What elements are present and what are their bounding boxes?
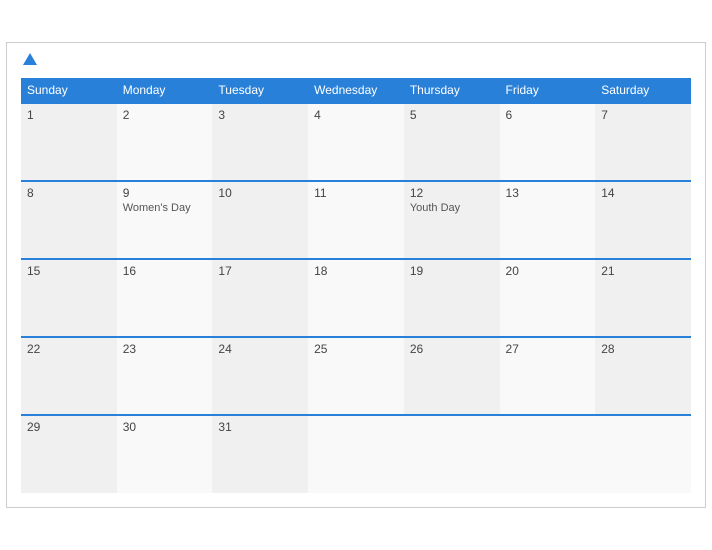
calendar-day-cell: 10	[212, 181, 308, 259]
calendar-day-cell: 27	[500, 337, 596, 415]
day-number: 16	[123, 264, 207, 278]
day-number: 2	[123, 108, 207, 122]
day-number: 1	[27, 108, 111, 122]
calendar-week-row: 1234567	[21, 103, 691, 181]
calendar-day-cell: 13	[500, 181, 596, 259]
calendar-week-row: 89 Women's Day 10 11 12 Youth Day 13 14	[21, 181, 691, 259]
calendar-thead: SundayMondayTuesdayWednesdayThursdayFrid…	[21, 78, 691, 103]
calendar-day-cell: 30	[117, 415, 213, 493]
calendar-day-cell: 7	[595, 103, 691, 181]
day-number: 30	[123, 420, 207, 434]
day-number: 10	[218, 186, 302, 200]
calendar-week-row: 22 23 24 25 26 27 28	[21, 337, 691, 415]
day-number: 21	[601, 264, 685, 278]
day-number: 22	[27, 342, 111, 356]
calendar-week-row: 29 30 31	[21, 415, 691, 493]
day-number: 25	[314, 342, 398, 356]
calendar-day-cell: 24	[212, 337, 308, 415]
day-number: 9	[123, 186, 207, 200]
day-number: 19	[410, 264, 494, 278]
calendar-day-cell: 23	[117, 337, 213, 415]
day-number: 18	[314, 264, 398, 278]
day-event: Youth Day	[410, 202, 494, 214]
calendar-day-cell: 16	[117, 259, 213, 337]
weekday-header-row: SundayMondayTuesdayWednesdayThursdayFrid…	[21, 78, 691, 103]
day-number: 20	[506, 264, 590, 278]
logo	[21, 53, 37, 71]
calendar-day-cell: 4	[308, 103, 404, 181]
logo-triangle-icon	[23, 53, 37, 65]
day-number: 7	[601, 108, 685, 122]
calendar-day-cell	[595, 415, 691, 493]
calendar-day-cell: 11	[308, 181, 404, 259]
calendar-grid: SundayMondayTuesdayWednesdayThursdayFrid…	[21, 78, 691, 493]
day-number: 27	[506, 342, 590, 356]
weekday-header-friday: Friday	[500, 78, 596, 103]
day-number: 12	[410, 186, 494, 200]
weekday-header-tuesday: Tuesday	[212, 78, 308, 103]
day-number: 13	[506, 186, 590, 200]
day-number: 11	[314, 186, 398, 200]
calendar-header	[21, 53, 691, 71]
calendar-wrapper: SundayMondayTuesdayWednesdayThursdayFrid…	[6, 42, 706, 509]
day-number: 3	[218, 108, 302, 122]
calendar-day-cell: 6	[500, 103, 596, 181]
calendar-day-cell: 2	[117, 103, 213, 181]
weekday-header-wednesday: Wednesday	[308, 78, 404, 103]
weekday-header-thursday: Thursday	[404, 78, 500, 103]
day-event: Women's Day	[123, 202, 207, 214]
calendar-day-cell: 28	[595, 337, 691, 415]
weekday-header-saturday: Saturday	[595, 78, 691, 103]
calendar-day-cell: 1	[21, 103, 117, 181]
calendar-day-cell: 26	[404, 337, 500, 415]
calendar-day-cell: 17	[212, 259, 308, 337]
day-number: 31	[218, 420, 302, 434]
day-number: 6	[506, 108, 590, 122]
day-number: 17	[218, 264, 302, 278]
calendar-day-cell: 31	[212, 415, 308, 493]
calendar-day-cell: 5	[404, 103, 500, 181]
logo-general	[21, 53, 37, 71]
day-number: 8	[27, 186, 111, 200]
day-number: 14	[601, 186, 685, 200]
calendar-day-cell	[500, 415, 596, 493]
calendar-day-cell: 3	[212, 103, 308, 181]
weekday-header-monday: Monday	[117, 78, 213, 103]
day-number: 26	[410, 342, 494, 356]
calendar-day-cell: 22	[21, 337, 117, 415]
day-number: 4	[314, 108, 398, 122]
day-number: 23	[123, 342, 207, 356]
calendar-day-cell: 12 Youth Day	[404, 181, 500, 259]
calendar-day-cell: 18	[308, 259, 404, 337]
calendar-day-cell: 8	[21, 181, 117, 259]
calendar-week-row: 15 16 17 18 19 20 21	[21, 259, 691, 337]
calendar-tbody: 123456789Women's Day101112Youth Day13141…	[21, 103, 691, 493]
calendar-day-cell	[404, 415, 500, 493]
day-number: 29	[27, 420, 111, 434]
day-number: 28	[601, 342, 685, 356]
weekday-header-sunday: Sunday	[21, 78, 117, 103]
calendar-day-cell: 15	[21, 259, 117, 337]
calendar-day-cell: 20	[500, 259, 596, 337]
day-number: 5	[410, 108, 494, 122]
day-number: 15	[27, 264, 111, 278]
calendar-day-cell: 25	[308, 337, 404, 415]
calendar-day-cell: 14	[595, 181, 691, 259]
calendar-day-cell: 29	[21, 415, 117, 493]
calendar-day-cell	[308, 415, 404, 493]
calendar-day-cell: 21	[595, 259, 691, 337]
calendar-day-cell: 19	[404, 259, 500, 337]
day-number: 24	[218, 342, 302, 356]
calendar-day-cell: 9 Women's Day	[117, 181, 213, 259]
